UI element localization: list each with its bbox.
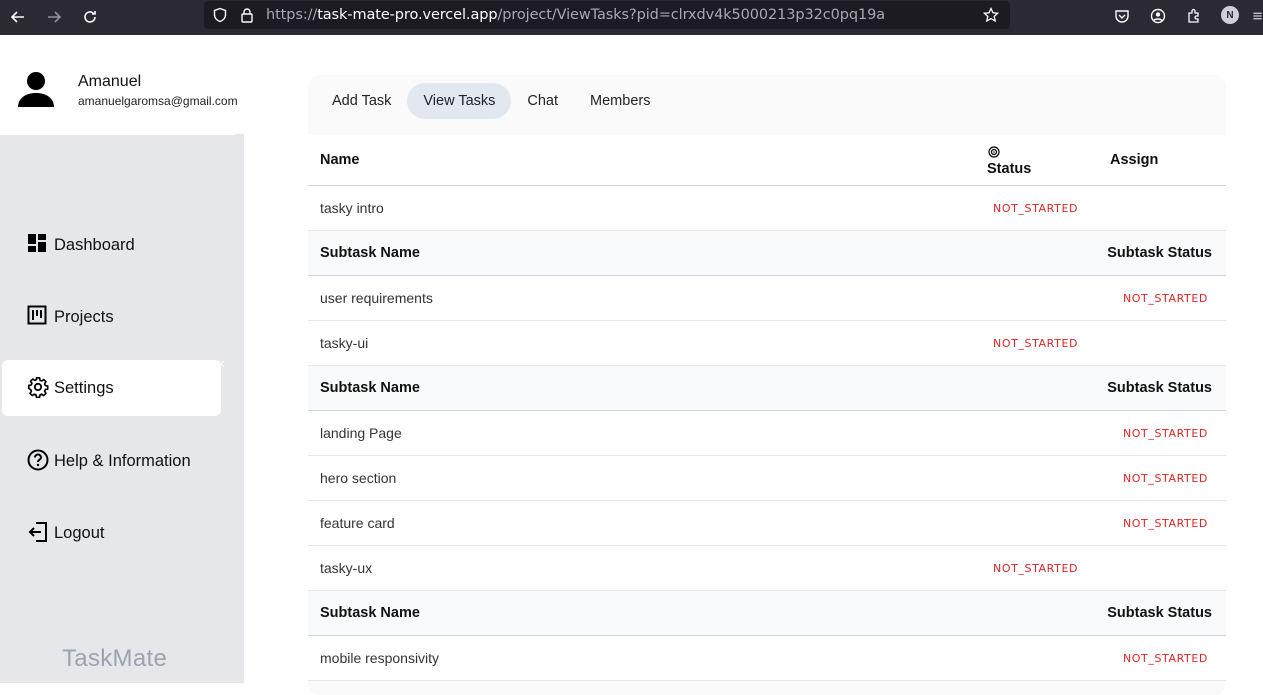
- subtask-name: feature card: [320, 515, 395, 531]
- collapse-sidebar-icon[interactable]: «: [216, 355, 225, 373]
- task-row[interactable]: tasky-ui NOT_STARTED: [308, 321, 1226, 366]
- table-header-row: Name Status Assign: [308, 135, 1226, 186]
- subtask-header-row: Subtask Name Subtask Status: [308, 231, 1226, 276]
- status-badge: NOT_STARTED: [1122, 516, 1208, 530]
- column-header-assign: Assign: [1110, 152, 1159, 168]
- subtask-name: landing Page: [320, 425, 402, 441]
- status-badge: NOT_STARTED: [1122, 471, 1208, 485]
- url-text[interactable]: https://task-mate-pro.vercel.app/project…: [266, 7, 885, 23]
- account-icon[interactable]: [1147, 5, 1169, 27]
- status-badge: NOT_STARTED: [1122, 651, 1208, 665]
- subtask-row[interactable]: user requirements NOT_STARTED: [308, 276, 1226, 321]
- dashboard-icon: [27, 233, 49, 255]
- profile-avatar[interactable]: N: [1221, 6, 1239, 24]
- sidebar-item-settings[interactable]: Settings: [2, 360, 221, 416]
- divider: [234, 134, 244, 135]
- task-name: tasky-ux: [320, 560, 373, 576]
- user-email: amanuelgaromsa@gmail.com: [78, 94, 238, 108]
- bookmark-star-icon[interactable]: [982, 6, 1000, 28]
- tab-add-task[interactable]: Add Task: [316, 83, 407, 119]
- sidebar-item-dashboard[interactable]: Dashboard: [2, 217, 221, 273]
- sidebar-item-label: Help & Information: [54, 451, 191, 470]
- menu-icon[interactable]: [1252, 5, 1263, 27]
- shield-icon[interactable]: [212, 7, 228, 28]
- status-badge: NOT_STARTED: [993, 336, 1079, 350]
- sidebar-item-label: Logout: [54, 523, 105, 542]
- user-profile-block: Amanuel amanuelgaromsa@gmail.com: [0, 35, 244, 135]
- subtask-row[interactable]: landing Page NOT_STARTED: [308, 411, 1226, 456]
- tab-members[interactable]: Members: [574, 83, 666, 119]
- address-bar[interactable]: https://task-mate-pro.vercel.app/project…: [204, 1, 1010, 29]
- status-header-label: Status: [987, 161, 1032, 177]
- subtask-name-header: Subtask Name: [320, 380, 420, 396]
- task-name: tasky intro: [320, 200, 384, 216]
- target-icon: [988, 146, 1000, 158]
- subtask-row[interactable]: hero section NOT_STARTED: [308, 456, 1226, 501]
- sidebar-item-projects[interactable]: Projects: [2, 289, 221, 345]
- reload-icon[interactable]: [77, 4, 103, 30]
- subtask-header-row: Subtask Name Subtask Status: [308, 366, 1226, 411]
- logout-icon: [27, 521, 49, 543]
- tab-chat[interactable]: Chat: [511, 83, 574, 119]
- subtask-name: user requirements: [320, 290, 433, 306]
- browser-toolbar: https://task-mate-pro.vercel.app/project…: [0, 0, 1263, 35]
- user-name: Amanuel: [78, 73, 142, 90]
- status-badge: NOT_STARTED: [993, 561, 1079, 575]
- sidebar-item-label: Dashboard: [54, 235, 135, 254]
- brand-logo: TaskMate: [62, 645, 168, 672]
- task-row[interactable]: tasky intro NOT_STARTED: [308, 186, 1226, 231]
- tasks-table: Name Status Assign tasky intro NOT_STARTE…: [308, 135, 1226, 681]
- column-header-status: Status: [987, 146, 1031, 177]
- subtask-status-header: Subtask Status: [1107, 245, 1212, 261]
- sidebar-item-logout[interactable]: Logout: [2, 505, 221, 561]
- lock-icon[interactable]: [240, 7, 254, 28]
- status-badge: NOT_STARTED: [1122, 291, 1208, 305]
- tab-view-tasks[interactable]: View Tasks: [407, 83, 512, 119]
- back-arrow-icon[interactable]: [5, 4, 31, 30]
- subtask-header-row: Subtask Name Subtask Status: [308, 591, 1226, 636]
- subtask-status-header: Subtask Status: [1107, 380, 1212, 396]
- url-path: /project/ViewTasks?pid=clrxdv4k5000213p3…: [497, 7, 886, 23]
- url-scheme: https://: [266, 7, 318, 23]
- sidebar-item-help[interactable]: Help & Information: [2, 433, 221, 489]
- kanban-icon: [27, 305, 49, 327]
- pocket-icon[interactable]: [1111, 5, 1133, 27]
- subtask-name-header: Subtask Name: [320, 605, 420, 621]
- user-avatar-icon: [17, 70, 55, 108]
- subtask-row[interactable]: mobile responsivity NOT_STARTED: [308, 636, 1226, 681]
- sidebar-item-label: Settings: [54, 378, 114, 397]
- subtask-row[interactable]: feature card NOT_STARTED: [308, 501, 1226, 546]
- subtask-name: mobile responsivity: [320, 650, 440, 666]
- url-host: task-mate-pro.vercel.app: [317, 7, 498, 23]
- help-circle-icon: [27, 449, 49, 471]
- table-body: tasky intro NOT_STARTED Subtask Name Subtas…: [308, 186, 1226, 681]
- subtask-name-header: Subtask Name: [320, 245, 420, 261]
- subtask-status-header: Subtask Status: [1107, 605, 1212, 621]
- gear-icon: [27, 376, 49, 399]
- project-tabs: Add Task View Tasks Chat Members: [316, 83, 666, 119]
- sidebar-item-label: Projects: [54, 307, 114, 326]
- main-content: Add Task View Tasks Chat Members Name St…: [244, 35, 1263, 695]
- sidebar: Amanuel amanuelgaromsa@gmail.com Dashboa…: [0, 35, 244, 683]
- status-badge: NOT_STARTED: [1122, 426, 1208, 440]
- subtask-name: hero section: [320, 470, 397, 486]
- task-row[interactable]: tasky-ux NOT_STARTED: [308, 546, 1226, 591]
- column-header-name: Name: [320, 152, 360, 168]
- extensions-icon[interactable]: [1183, 5, 1205, 27]
- task-name: tasky-ui: [320, 335, 369, 351]
- forward-arrow-icon[interactable]: [41, 4, 67, 30]
- status-badge: NOT_STARTED: [993, 201, 1079, 215]
